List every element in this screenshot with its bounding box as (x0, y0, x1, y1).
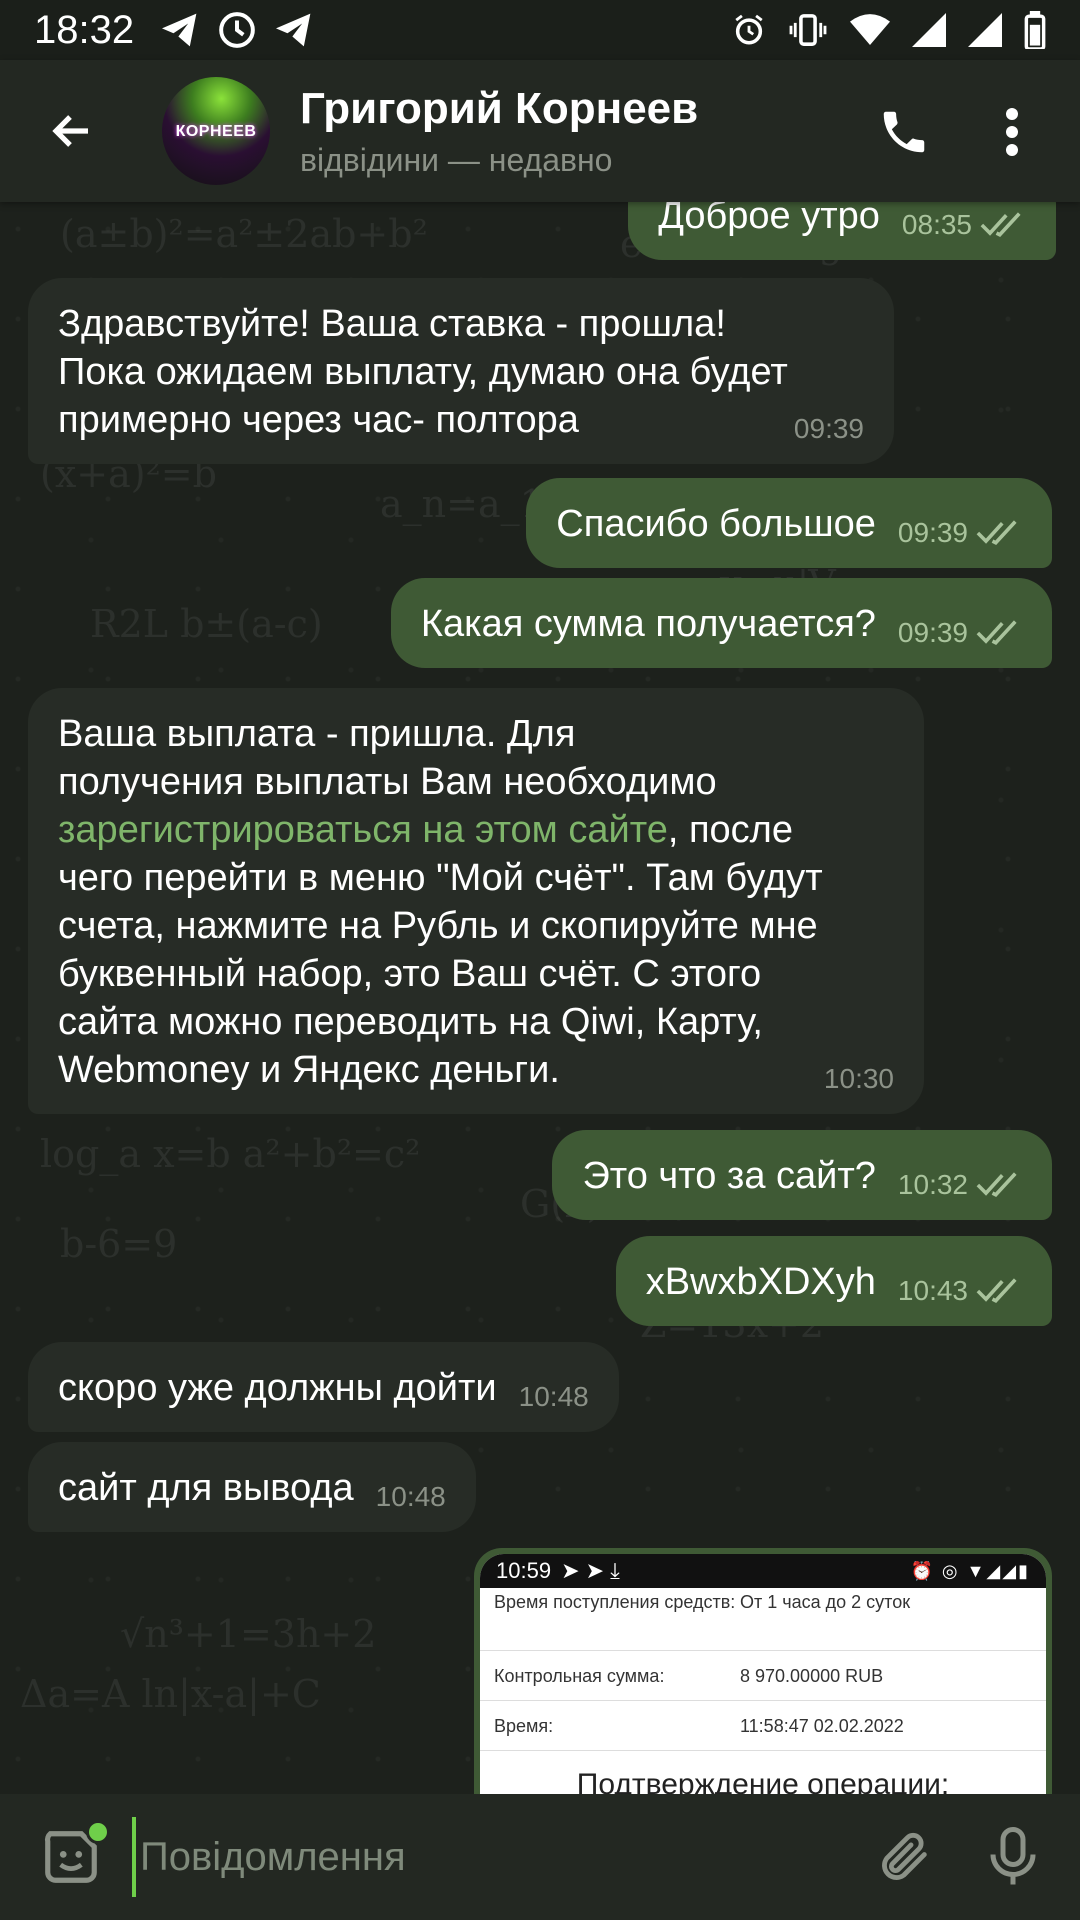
chat-area[interactable]: (a±b)²=a²±2ab+b² e=cos x+tgx (x+a)²=b a_… (0, 202, 1080, 1794)
message-text: сайт для вывода (58, 1467, 354, 1509)
message-meta: 10:32 (898, 1170, 1022, 1200)
emoji-button[interactable] (36, 1820, 110, 1892)
message-meta: 09:39 (898, 618, 1022, 648)
contact-name: Григорий Корнеев (300, 83, 699, 133)
message-time: 09:39 (897, 517, 968, 548)
chat-header: КОРНЕЕВ Григорий Корнеев відвідини — нед… (0, 60, 1080, 202)
message-outgoing[interactable]: Какая сумма получается? 09:39 (390, 578, 1052, 668)
message-text: Ваша выплата - пришла. Для получения вып… (58, 713, 717, 803)
message-text: Какая сумма получается? (420, 603, 876, 645)
message-time: 09:39 (897, 617, 968, 648)
message-outgoing[interactable]: Доброе утро 08:35 (628, 202, 1056, 260)
screenshot-row-label: Время: (494, 1716, 554, 1736)
screenshot-row: Время поступления средств: От 1 часа до … (494, 1592, 1032, 1613)
telegram-icon: ➤ ➤ ⤓ (561, 1558, 620, 1583)
avatar[interactable]: КОРНЕЕВ (162, 77, 270, 185)
paperclip-icon (882, 1832, 927, 1880)
contact-info[interactable]: Григорий Корнеев відвідини — недавно (300, 84, 698, 179)
screenshot-status-icons: ⏰ ◎ ▼◢◢▮ (910, 1560, 1030, 1581)
message-meta: 09:39 (898, 518, 1022, 548)
status-bar: 18:32 (0, 0, 1080, 60)
message-time: 10:48 (518, 1381, 589, 1412)
back-button[interactable] (36, 95, 108, 167)
double-check-icon (976, 620, 1017, 645)
attach-button[interactable] (872, 1824, 938, 1890)
screenshot-row: Контрольная сумма: 8 970.00000 RUB (494, 1666, 1032, 1687)
more-vertical-icon (1006, 108, 1018, 156)
microphone-icon (990, 1827, 1036, 1885)
call-button[interactable] (872, 100, 936, 164)
message-meta: 10:48 (519, 1382, 589, 1412)
message-meta: 10:30 (824, 1064, 894, 1094)
message-time: 10:48 (375, 1481, 446, 1512)
screenshot-status-time: 10:59 (496, 1558, 552, 1583)
message-incoming[interactable]: скоро уже должны дойти 10:48 (28, 1342, 619, 1432)
message-time: 10:32 (897, 1169, 968, 1200)
screenshot-row-label: Контрольная сумма: (494, 1666, 665, 1686)
arrow-left-icon (52, 115, 88, 147)
message-text: , после чего перейти в меню "Мой счёт". … (58, 809, 823, 1091)
phone-icon (883, 111, 925, 153)
signal-icon (912, 13, 946, 47)
message-text: xBwxbXDXyh (645, 1261, 876, 1303)
message-text: Здравствуйте! Ваша ставка - прошла! Пока… (58, 303, 788, 441)
message-meta: 09:39 (794, 414, 864, 444)
message-meta: 08:35 (902, 210, 1026, 240)
screenshot-row-value: 11:58:47 02.02.2022 (740, 1716, 904, 1736)
screenshot-row-label: Время поступления средств: (494, 1592, 736, 1612)
more-menu-button[interactable] (990, 100, 1034, 164)
alarm-clock-app-icon (218, 11, 256, 49)
message-text: Это что за сайт? (582, 1155, 876, 1197)
message-text: Доброе утро (658, 202, 880, 237)
screenshot-row-value: 8 970.00000 RUB (740, 1666, 884, 1686)
message-time: 10:43 (897, 1275, 968, 1306)
message-outgoing[interactable]: Спасибо большое 09:39 (526, 478, 1052, 568)
image-message[interactable]: 10:59 ➤ ➤ ⤓ ⏰ ◎ ▼◢◢▮ Время поступления с… (474, 1548, 1052, 1794)
contact-status: відвідини — недавно (300, 141, 613, 178)
screenshot-image[interactable]: 10:59 ➤ ➤ ⤓ ⏰ ◎ ▼◢◢▮ Время поступления с… (480, 1554, 1046, 1794)
message-input-bar (0, 1794, 1080, 1920)
message-time: 09:39 (793, 413, 864, 444)
status-time: 18:32 (34, 7, 135, 52)
message-link[interactable]: зарегистрироваться на этом сайте (58, 809, 668, 851)
screenshot-title: Подтверждение операции: (576, 1768, 950, 1794)
battery-icon (1024, 11, 1046, 49)
screenshot-row: Время: 11:58:47 02.02.2022 (494, 1716, 1032, 1737)
message-input[interactable] (132, 1817, 852, 1897)
alarm-icon (732, 13, 766, 47)
message-incoming[interactable]: сайт для вывода 10:48 (28, 1442, 476, 1532)
message-time: 08:35 (901, 209, 972, 240)
wifi-icon (850, 13, 890, 47)
double-check-icon (976, 1278, 1017, 1303)
message-text: скоро уже должны дойти (58, 1367, 497, 1409)
double-check-icon (976, 1172, 1017, 1197)
message-meta: 10:43 (898, 1276, 1022, 1306)
telegram-icon (274, 12, 314, 48)
message-time: 10:30 (823, 1063, 894, 1094)
screenshot-row-value: От 1 часа до 2 суток (740, 1592, 911, 1612)
notification-dot (86, 1820, 110, 1844)
message-incoming[interactable]: Ваша выплата - пришла. Для получения вып… (28, 688, 924, 1114)
double-check-icon (980, 212, 1021, 237)
telegram-icon (160, 12, 200, 48)
message-outgoing[interactable]: xBwxbXDXyh 10:43 (615, 1236, 1052, 1326)
message-text: Спасибо большое (556, 503, 876, 545)
message-outgoing[interactable]: Это что за сайт? 10:32 (552, 1130, 1052, 1220)
double-check-icon (976, 520, 1017, 545)
message-incoming[interactable]: Здравствуйте! Ваша ставка - прошла! Пока… (28, 278, 894, 464)
message-meta: 10:48 (376, 1482, 446, 1512)
vibrate-icon (788, 13, 828, 47)
microphone-button[interactable] (980, 1824, 1046, 1890)
signal-icon (968, 13, 1002, 47)
avatar-text: КОРНЕЕВ (175, 123, 257, 140)
screenshot-status-bar: 10:59 ➤ ➤ ⤓ ⏰ ◎ ▼◢◢▮ (480, 1554, 1046, 1588)
